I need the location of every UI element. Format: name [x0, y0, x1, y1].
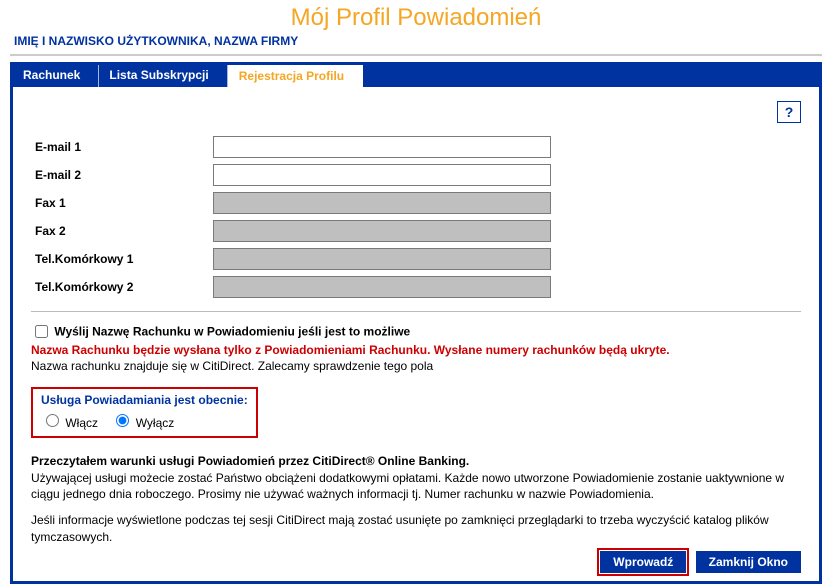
radio-on-text: Włącz — [65, 416, 98, 430]
note-text: Nazwa rachunku znajduje się w CitiDirect… — [31, 359, 801, 373]
user-info: IMIĘ I NAZWISKO UŻYTKOWNIKA, NAZWA FIRMY — [0, 34, 832, 54]
input-cell2[interactable] — [213, 276, 551, 298]
label-cell2: Tel.Komórkowy 2 — [31, 273, 209, 301]
contact-form: E-mail 1 E-mail 2 Fax 1 Fax 2 Tel.Komórk… — [31, 133, 801, 301]
divider — [31, 311, 801, 312]
tab-lista-subskrypcji[interactable]: Lista Subskrypcji — [99, 65, 227, 87]
page-title: Mój Profil Powiadomień — [0, 4, 832, 32]
terms-text: Używającej usługi możecie zostać Państwo… — [31, 470, 801, 502]
checkbox-send-name-label: Wyślij Nazwę Rachunku w Powiadomieniu je… — [54, 325, 410, 339]
service-status-title: Usługa Powiadamiania jest obecnie: — [41, 393, 248, 407]
label-cell1: Tel.Komórkowy 1 — [31, 245, 209, 273]
session-note: Jeśli informacje wyświetlone podczas tej… — [31, 512, 801, 544]
divider — [10, 54, 822, 56]
input-email2[interactable] — [213, 164, 551, 186]
terms-title: Przeczytałem warunki usługi Powiadomień … — [31, 454, 801, 468]
close-button[interactable]: Zamknij Okno — [696, 551, 801, 573]
label-fax2: Fax 2 — [31, 217, 209, 245]
submit-button[interactable]: Wprowadź — [600, 551, 686, 573]
main-panel: Rachunek Lista Subskrypcji Rejestracja P… — [10, 62, 822, 584]
radio-on-label: Włącz — [41, 416, 101, 430]
help-button[interactable]: ? — [777, 101, 801, 123]
tab-rejestracja-profilu[interactable]: Rejestracja Profilu — [228, 65, 363, 87]
tab-rachunek[interactable]: Rachunek — [13, 65, 99, 87]
input-cell1[interactable] — [213, 248, 551, 270]
radio-off-label: Wyłącz — [111, 416, 174, 430]
radio-off-text: Wyłącz — [136, 416, 175, 430]
input-fax1[interactable] — [213, 192, 551, 214]
radio-off[interactable] — [116, 414, 129, 427]
tab-bar: Rachunek Lista Subskrypcji Rejestracja P… — [13, 65, 819, 87]
checkbox-send-name[interactable] — [35, 325, 48, 338]
tab-content: ? E-mail 1 E-mail 2 Fax 1 Fax 2 Tel.Komó… — [13, 87, 819, 581]
radio-on[interactable] — [46, 414, 59, 427]
input-fax2[interactable] — [213, 220, 551, 242]
label-email1: E-mail 1 — [31, 133, 209, 161]
input-email1[interactable] — [213, 136, 551, 158]
service-status-box: Usługa Powiadamiania jest obecnie: Włącz… — [31, 387, 258, 438]
label-email2: E-mail 2 — [31, 161, 209, 189]
label-fax1: Fax 1 — [31, 189, 209, 217]
warning-text: Nazwa Rachunku będzie wysłana tylko z Po… — [31, 343, 801, 357]
